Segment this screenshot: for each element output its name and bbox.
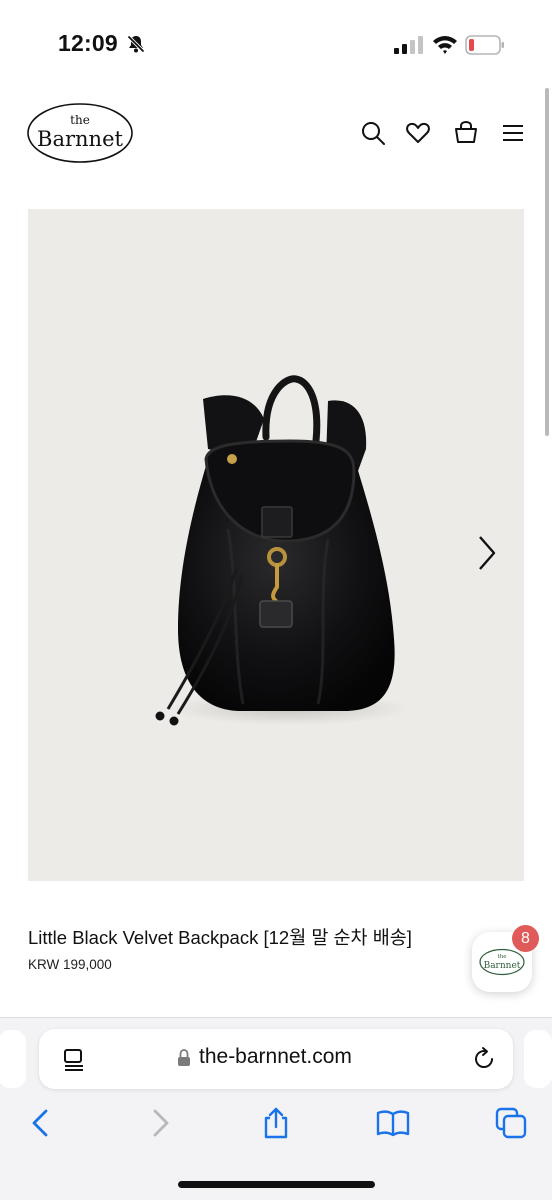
heart-icon[interactable] xyxy=(405,120,431,146)
address-bar[interactable]: the-barnnet.com xyxy=(39,1029,513,1089)
product-price: KRW 199,000 xyxy=(28,957,112,972)
search-icon[interactable] xyxy=(360,120,386,146)
logo-the-text: the xyxy=(70,113,90,127)
notification-count-badge: 8 xyxy=(512,925,539,952)
hamburger-menu-icon[interactable] xyxy=(500,120,526,146)
cellular-signal-icon xyxy=(394,36,423,54)
logo-main-text: Barnnet xyxy=(37,127,123,151)
home-indicator[interactable] xyxy=(178,1181,375,1188)
battery-low-icon xyxy=(465,35,504,55)
mini-logo-main-text: Barnnet xyxy=(484,961,521,971)
lock-icon xyxy=(178,1049,190,1066)
reload-icon[interactable] xyxy=(471,1046,497,1072)
next-tab-preview[interactable] xyxy=(524,1030,552,1088)
scroll-indicator[interactable] xyxy=(545,88,549,436)
shopping-bag-icon[interactable] xyxy=(453,120,479,146)
url-text[interactable]: the-barnnet.com xyxy=(199,1045,352,1069)
barnnet-mini-logo: the Barnnet xyxy=(479,948,525,976)
status-bar: 12:09 xyxy=(0,0,552,88)
back-icon[interactable] xyxy=(24,1106,58,1140)
forward-icon[interactable] xyxy=(143,1106,177,1140)
site-header: the Barnnet xyxy=(0,96,552,172)
wifi-icon xyxy=(433,36,457,54)
status-time: 12:09 xyxy=(58,30,118,56)
bell-slash-icon xyxy=(127,35,145,53)
share-icon[interactable] xyxy=(259,1106,293,1140)
product-image-backpack xyxy=(155,375,410,726)
bookmarks-icon[interactable] xyxy=(376,1106,410,1140)
previous-tab-preview[interactable] xyxy=(0,1030,26,1088)
mini-logo-the-text: the xyxy=(497,954,506,960)
tabs-icon[interactable] xyxy=(494,1106,528,1140)
product-image-gallery[interactable] xyxy=(28,209,524,881)
browser-toolbar: the-barnnet.com xyxy=(0,1017,552,1200)
chevron-right-icon[interactable] xyxy=(472,533,502,573)
barnnet-logo[interactable]: the Barnnet xyxy=(26,102,134,164)
reader-mode-icon[interactable] xyxy=(61,1047,87,1073)
product-title[interactable]: Little Black Velvet Backpack [12월 말 순차 배… xyxy=(28,924,412,950)
